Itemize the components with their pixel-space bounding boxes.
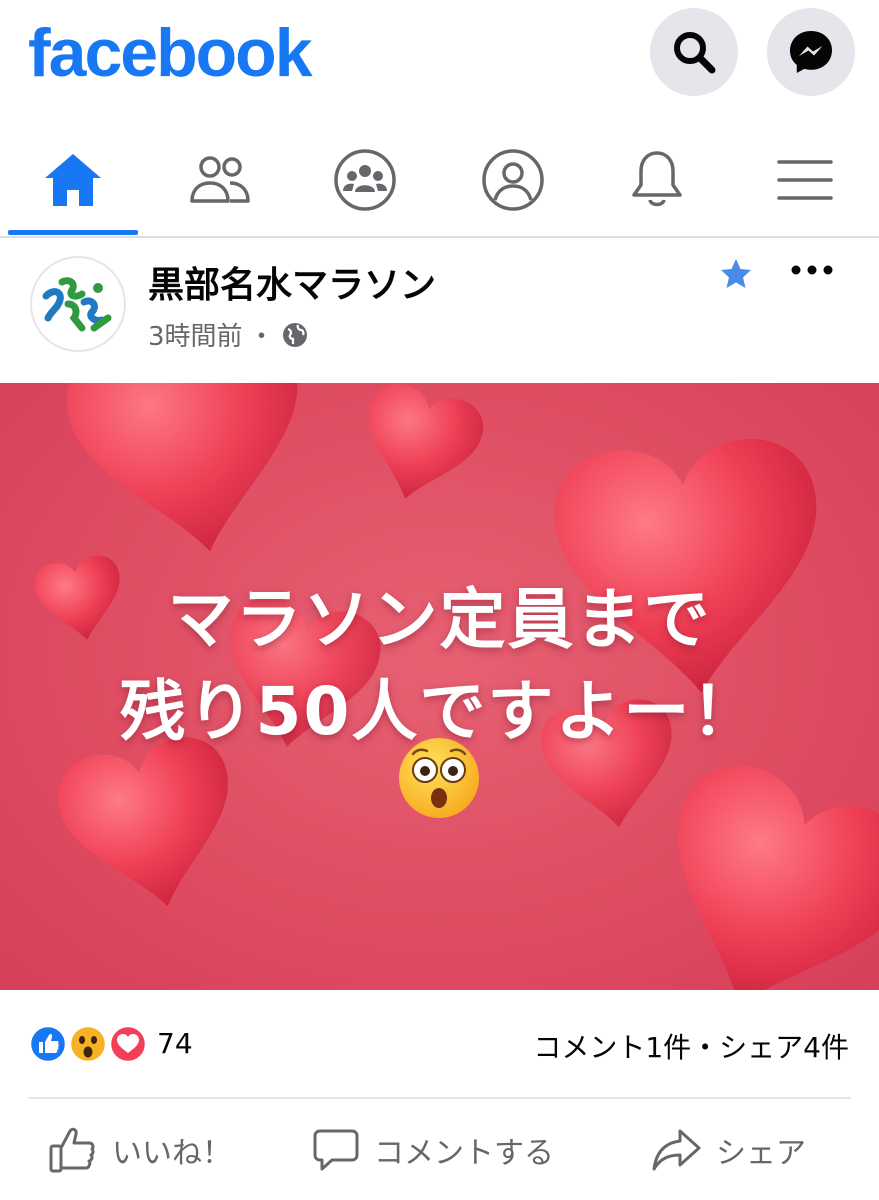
- post-meta: 3時間前 ・: [148, 316, 309, 353]
- messenger-icon: [790, 31, 832, 73]
- search-icon: [674, 32, 716, 74]
- astonished-face-emoji: [397, 736, 481, 824]
- post-header: 黒部名水マラソン 3時間前 ・: [0, 238, 879, 383]
- more-options-button[interactable]: [790, 260, 834, 284]
- comment-icon: [313, 1129, 359, 1171]
- love-reaction-icon: [108, 1024, 148, 1064]
- runner-logo-icon: [42, 277, 112, 332]
- post-image[interactable]: マラソン定員まで 残り50人ですよー！: [0, 383, 879, 990]
- search-button[interactable]: [650, 8, 738, 96]
- bell-icon: [632, 151, 682, 207]
- star-icon: [721, 259, 751, 288]
- friends-icon: [190, 156, 250, 203]
- author-avatar[interactable]: [30, 256, 126, 352]
- tab-home[interactable]: [8, 130, 138, 230]
- app-header: facebook: [0, 0, 879, 110]
- comment-share-stats[interactable]: コメント1件・シェア4件: [533, 1026, 849, 1066]
- main-nav: [0, 130, 879, 236]
- tab-groups[interactable]: [300, 130, 430, 230]
- wow-reaction-icon: [68, 1024, 108, 1064]
- actions-divider: [28, 1097, 851, 1099]
- groups-icon: [334, 149, 396, 211]
- reactions-bar: 74 コメント1件・シェア4件: [0, 1012, 879, 1082]
- image-text-line1: マラソン定員まで: [167, 581, 712, 658]
- menu-icon: [777, 160, 833, 200]
- reaction-count[interactable]: 74: [157, 1027, 193, 1060]
- share-button[interactable]: シェア: [650, 1120, 806, 1180]
- home-icon: [45, 154, 101, 206]
- active-tab-indicator: [8, 230, 138, 235]
- facebook-logo[interactable]: facebook: [28, 14, 313, 92]
- thumbs-up-icon: [49, 1127, 95, 1173]
- favorite-button[interactable]: [718, 256, 754, 296]
- like-label: いいね！: [112, 1136, 232, 1171]
- comment-label: コメントする: [374, 1136, 554, 1171]
- globe-icon: [282, 322, 307, 347]
- post-time[interactable]: 3時間前: [148, 316, 243, 353]
- meta-separator: ・: [248, 322, 275, 352]
- reaction-icons[interactable]: [28, 1024, 153, 1064]
- more-icon: [791, 265, 833, 275]
- like-button[interactable]: いいね！: [48, 1120, 232, 1180]
- post-author[interactable]: 黒部名水マラソン: [148, 256, 436, 308]
- tab-notifications[interactable]: [592, 130, 722, 230]
- tab-profile[interactable]: [448, 130, 578, 230]
- profile-icon: [482, 149, 544, 211]
- messenger-button[interactable]: [767, 8, 855, 96]
- tab-friends[interactable]: [155, 130, 285, 230]
- post-actions: いいね！ コメントする シェア: [0, 1110, 879, 1190]
- share-label: シェア: [716, 1136, 806, 1171]
- share-icon: [652, 1129, 701, 1171]
- tab-menu[interactable]: [740, 130, 870, 230]
- comment-button[interactable]: コメントする: [312, 1120, 554, 1180]
- like-reaction-icon: [28, 1024, 68, 1064]
